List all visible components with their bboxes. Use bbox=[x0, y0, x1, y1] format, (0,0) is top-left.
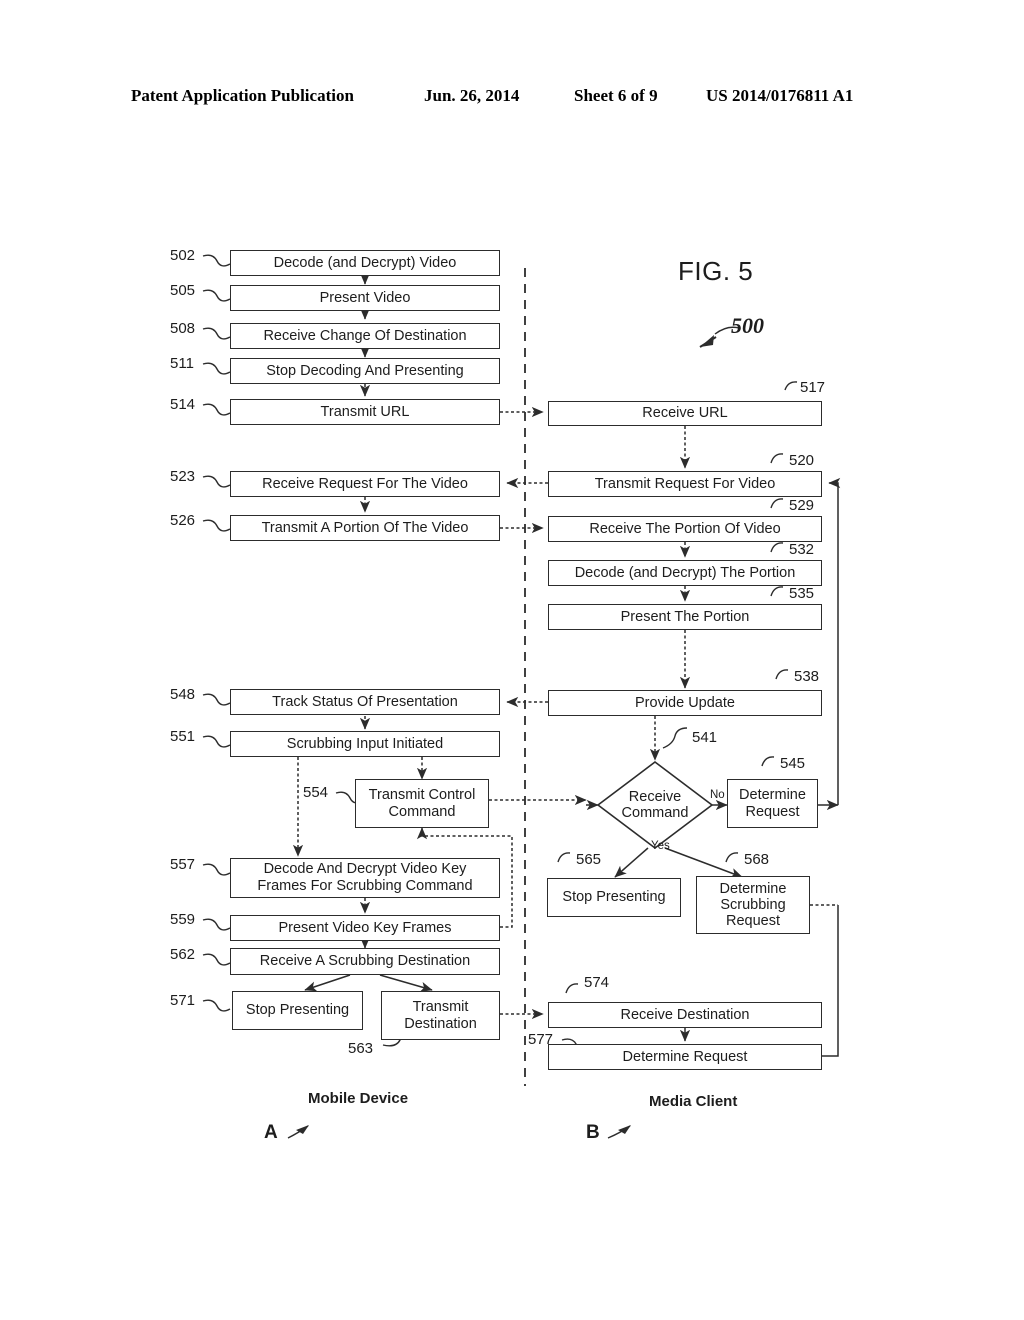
node-511-label: Stop Decoding And Presenting bbox=[266, 362, 464, 379]
node-554[interactable]: Transmit Control Command bbox=[355, 779, 489, 828]
node-541[interactable]: Receive Command bbox=[598, 762, 712, 848]
ref-532: 532 bbox=[789, 541, 815, 558]
ref-526: 526 bbox=[170, 512, 196, 529]
node-562[interactable]: Receive A Scrubbing Destination bbox=[230, 948, 500, 975]
node-559[interactable]: Present Video Key Frames bbox=[230, 915, 500, 941]
node-545-line2: Request bbox=[745, 803, 800, 820]
ref-508: 508 bbox=[170, 320, 196, 337]
ref-541: 541 bbox=[692, 729, 718, 746]
flowchart-figure: FIG. 5 500 Decode (and Decrypt) Video Pr… bbox=[0, 0, 1024, 1320]
node-574[interactable]: Receive Destination bbox=[548, 1002, 822, 1028]
node-551[interactable]: Scrubbing Input Initiated bbox=[230, 731, 500, 757]
node-541-line2: Command bbox=[621, 805, 689, 821]
node-502-label: Decode (and Decrypt) Video bbox=[273, 254, 457, 271]
ref-574: 574 bbox=[584, 974, 610, 991]
node-571[interactable]: Stop Presenting bbox=[232, 991, 363, 1030]
ref-529: 529 bbox=[789, 497, 815, 514]
branch-label-no: No bbox=[710, 789, 725, 801]
node-563[interactable]: Transmit Destination bbox=[381, 991, 500, 1040]
node-529-label: Receive The Portion Of Video bbox=[589, 520, 781, 537]
flowchart-connectors bbox=[202, 254, 841, 1139]
node-508[interactable]: Receive Change Of Destination bbox=[230, 323, 500, 349]
figure-label: FIG. 5 bbox=[678, 256, 754, 286]
ref-505: 505 bbox=[170, 282, 196, 299]
node-565[interactable]: Stop Presenting bbox=[547, 878, 681, 917]
node-568[interactable]: Determine Scrubbing Request bbox=[696, 876, 810, 934]
node-574-label: Receive Destination bbox=[620, 1006, 750, 1023]
ref-554: 554 bbox=[303, 784, 329, 801]
node-545[interactable]: Determine Request bbox=[727, 779, 818, 828]
node-532-label: Decode (and Decrypt) The Portion bbox=[574, 564, 796, 581]
lane-label-media-client: Media Client bbox=[649, 1093, 738, 1110]
ref-545: 545 bbox=[780, 755, 806, 772]
ref-538: 538 bbox=[794, 668, 820, 685]
node-535-label: Present The Portion bbox=[620, 608, 750, 625]
ref-535: 535 bbox=[789, 585, 815, 602]
node-505[interactable]: Present Video bbox=[230, 285, 500, 311]
node-526[interactable]: Transmit A Portion Of The Video bbox=[230, 515, 500, 541]
node-538[interactable]: Provide Update bbox=[548, 690, 822, 716]
ref-523: 523 bbox=[170, 468, 196, 485]
node-548[interactable]: Track Status Of Presentation bbox=[230, 689, 500, 715]
branch-label-yes: Yes bbox=[651, 840, 670, 852]
node-554-line2: Command bbox=[388, 803, 456, 820]
connector-label-b: B bbox=[586, 1122, 600, 1143]
node-520[interactable]: Transmit Request For Video bbox=[548, 471, 822, 497]
node-517[interactable]: Receive URL bbox=[548, 401, 822, 426]
node-565-label: Stop Presenting bbox=[562, 889, 666, 906]
node-523[interactable]: Receive Request For The Video bbox=[230, 471, 500, 497]
ref-559: 559 bbox=[170, 911, 196, 928]
ref-565: 565 bbox=[576, 851, 602, 868]
node-554-line1: Transmit Control bbox=[368, 786, 476, 803]
node-508-label: Receive Change Of Destination bbox=[263, 327, 467, 344]
node-557[interactable]: Decode And Decrypt Video Key Frames For … bbox=[230, 858, 500, 898]
ref-514: 514 bbox=[170, 396, 196, 413]
node-563-line1: Transmit bbox=[412, 998, 469, 1015]
node-502[interactable]: Decode (and Decrypt) Video bbox=[230, 250, 500, 276]
node-557-line1: Decode And Decrypt Video Key bbox=[263, 861, 467, 878]
node-541-line1: Receive bbox=[628, 788, 682, 805]
ref-562: 562 bbox=[170, 946, 196, 963]
node-545-line1: Determine bbox=[739, 786, 806, 803]
node-548-label: Track Status Of Presentation bbox=[272, 693, 458, 710]
ref-548: 548 bbox=[170, 686, 196, 703]
node-577-label: Determine Request bbox=[622, 1048, 748, 1065]
ref-517: 517 bbox=[800, 379, 826, 396]
node-563-line2: Destination bbox=[404, 1015, 477, 1032]
node-529[interactable]: Receive The Portion Of Video bbox=[548, 516, 822, 542]
lane-label-mobile-device: Mobile Device bbox=[308, 1090, 409, 1107]
ref-577: 577 bbox=[528, 1031, 554, 1048]
node-571-label: Stop Presenting bbox=[245, 1002, 350, 1019]
node-568-line3: Request bbox=[725, 913, 780, 930]
ref-557: 557 bbox=[170, 856, 196, 873]
node-568-line1: Determine bbox=[719, 880, 787, 897]
node-559-label: Present Video Key Frames bbox=[278, 919, 452, 936]
ref-563: 563 bbox=[348, 1040, 374, 1057]
node-532[interactable]: Decode (and Decrypt) The Portion bbox=[548, 560, 822, 586]
node-551-label: Scrubbing Input Initiated bbox=[286, 735, 444, 752]
ref-520: 520 bbox=[789, 452, 815, 469]
node-514-label: Transmit URL bbox=[320, 403, 410, 420]
ref-502: 502 bbox=[170, 247, 196, 264]
node-520-label: Transmit Request For Video bbox=[594, 475, 776, 492]
node-577[interactable]: Determine Request bbox=[548, 1044, 822, 1070]
ref-571: 571 bbox=[170, 992, 196, 1009]
ref-568: 568 bbox=[744, 851, 770, 868]
node-505-label: Present Video bbox=[319, 289, 411, 306]
node-523-label: Receive Request For The Video bbox=[262, 475, 468, 492]
node-562-label: Receive A Scrubbing Destination bbox=[259, 953, 471, 970]
figure-reference-500: 500 bbox=[731, 313, 764, 338]
node-514[interactable]: Transmit URL bbox=[230, 399, 500, 425]
ref-511: 511 bbox=[170, 355, 194, 372]
node-538-label: Provide Update bbox=[635, 694, 735, 711]
node-535[interactable]: Present The Portion bbox=[548, 604, 822, 630]
connector-label-a: A bbox=[264, 1122, 278, 1143]
node-511[interactable]: Stop Decoding And Presenting bbox=[230, 358, 500, 384]
ref-551: 551 bbox=[170, 728, 196, 745]
node-517-label: Receive URL bbox=[642, 405, 728, 422]
node-557-line2: Frames For Scrubbing Command bbox=[257, 878, 473, 894]
node-568-line2: Scrubbing bbox=[720, 896, 786, 913]
node-526-label: Transmit A Portion Of The Video bbox=[261, 519, 469, 536]
